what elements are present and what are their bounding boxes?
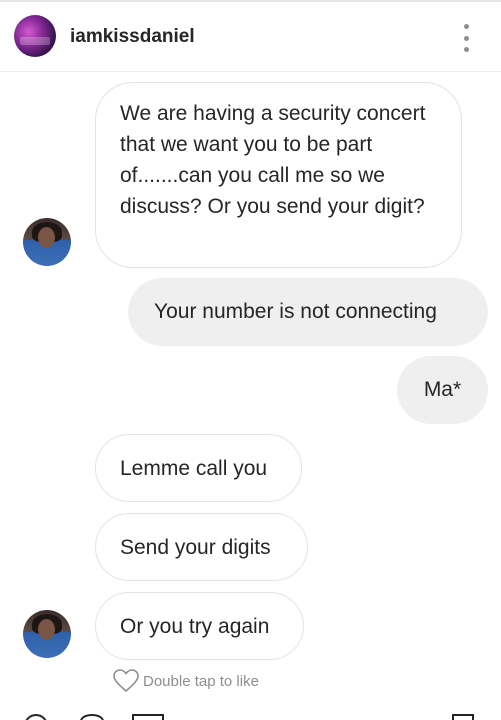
message-bubble-outgoing[interactable]: Your number is not connecting: [128, 278, 488, 346]
sender-avatar[interactable]: [23, 610, 71, 658]
message-bubble-incoming[interactable]: Lemme call you: [95, 434, 302, 502]
message-bubble-incoming[interactable]: We are having a security concert that we…: [95, 82, 462, 268]
message-bubble-outgoing[interactable]: Ma*: [397, 356, 488, 424]
header-username[interactable]: iamkissdaniel: [70, 26, 195, 48]
composer-toolbar: [0, 708, 501, 720]
heart-icon[interactable]: [24, 714, 48, 720]
more-dot: [463, 35, 469, 41]
camera-icon[interactable]: [80, 714, 104, 720]
message-bubble-incoming[interactable]: Send your digits: [95, 513, 308, 581]
like-hint-label: Double tap to like: [143, 672, 259, 690]
more-dot: [463, 47, 469, 52]
more-dot: [463, 24, 469, 29]
profile-avatar[interactable]: [14, 15, 56, 57]
heart-outline-icon[interactable]: [113, 669, 139, 693]
double-tap-like-hint[interactable]: Double tap to like: [113, 669, 259, 693]
share-icon[interactable]: [452, 714, 474, 720]
chat-header: iamkissdaniel: [0, 2, 501, 72]
more-options-icon[interactable]: [458, 24, 474, 52]
message-bubble-incoming[interactable]: Or you try again: [95, 592, 304, 660]
sender-avatar[interactable]: [23, 218, 71, 266]
gallery-icon[interactable]: [132, 714, 164, 720]
